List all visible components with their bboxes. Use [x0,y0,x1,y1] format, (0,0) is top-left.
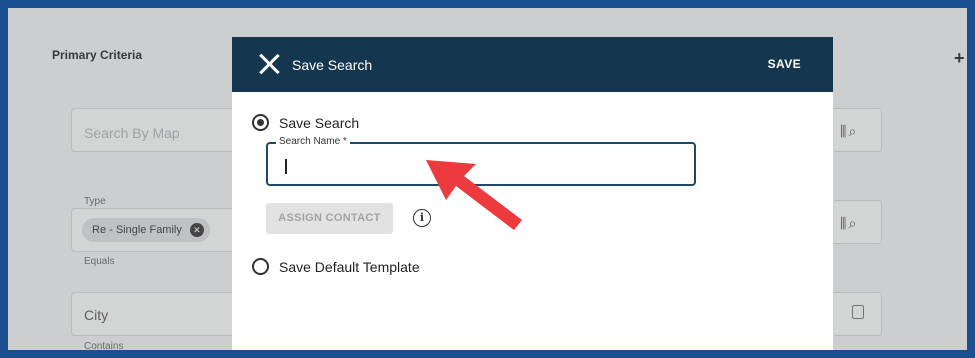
radio-unchecked-icon[interactable] [252,258,269,275]
search-name-label: Search Name * [276,136,350,147]
radio-save-search[interactable]: Save Search [252,114,359,131]
annotation-arrow-icon [426,160,522,230]
save-button[interactable]: SAVE [768,57,801,71]
assign-contact-button[interactable]: ASSIGN CONTACT [266,203,393,234]
text-cursor [285,159,287,174]
dialog-header: Save Search SAVE [232,37,833,92]
dialog-title: Save Search [292,57,373,73]
radio-save-search-label: Save Search [279,114,360,131]
radio-checked-icon[interactable] [252,114,269,131]
radio-default-template-label: Save Default Template [279,258,420,275]
close-icon[interactable] [258,53,280,75]
app-frame: Primary Criteria + Search By Map ⫼⌕ Type… [8,8,967,350]
radio-default-template[interactable]: Save Default Template [252,258,420,275]
